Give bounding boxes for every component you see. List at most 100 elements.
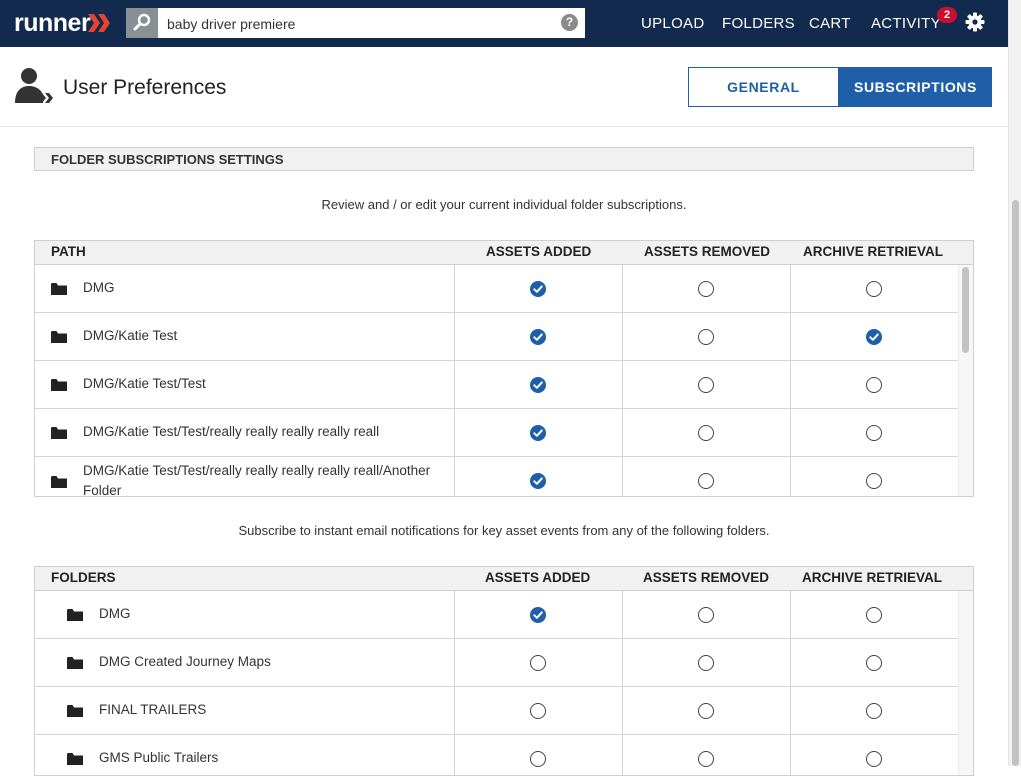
cell-divider: [454, 457, 455, 496]
assets-added-checked-radio[interactable]: [530, 473, 546, 489]
assets-removed-radio[interactable]: [698, 751, 714, 767]
column-header-archive-retrieval: ARCHIVE RETRIEVAL: [803, 244, 944, 259]
archive-retrieval-checked-radio[interactable]: [866, 329, 882, 345]
cell-divider: [454, 409, 455, 457]
archive-retrieval-radio[interactable]: [866, 377, 882, 393]
table-row: DMG/Katie Test/Test/really really really…: [35, 409, 958, 457]
user-icon: [15, 68, 53, 103]
assets-added-checked-radio[interactable]: [530, 329, 546, 345]
table-row: DMG/Katie Test: [35, 313, 958, 361]
folder-path: DMG: [83, 280, 115, 295]
runner-logo[interactable]: runner: [14, 9, 91, 38]
table-header: FOLDERS ASSETS ADDED ASSETS REMOVED ARCH…: [35, 567, 973, 591]
cell-divider: [622, 639, 623, 687]
cell-divider: [622, 265, 623, 313]
table-scrollbar[interactable]: [958, 591, 973, 775]
archive-retrieval-radio[interactable]: [866, 751, 882, 767]
archive-retrieval-radio[interactable]: [866, 655, 882, 671]
available-folders-caption: Subscribe to instant email notifications…: [238, 523, 770, 538]
assets-added-checked-radio[interactable]: [530, 425, 546, 441]
cell-divider: [454, 735, 455, 775]
tab-general[interactable]: GENERAL: [688, 67, 839, 107]
section-header: FOLDER SUBSCRIPTIONS SETTINGS: [34, 147, 974, 171]
assets-added-radio[interactable]: [530, 751, 546, 767]
assets-removed-radio[interactable]: [698, 655, 714, 671]
cell-divider: [790, 591, 791, 639]
assets-removed-radio[interactable]: [698, 329, 714, 345]
assets-added-radio[interactable]: [530, 655, 546, 671]
folder-icon: [67, 608, 83, 621]
page-scrollbar-thumb[interactable]: [1012, 200, 1019, 766]
nav-cart[interactable]: CART: [809, 15, 851, 32]
cell-divider: [622, 409, 623, 457]
cell-divider: [622, 313, 623, 361]
nav-activity[interactable]: ACTIVITY: [871, 15, 941, 32]
cell-divider: [454, 591, 455, 639]
top-navbar: runner baby driver premiere ? UPLOAD FOL…: [0, 0, 1008, 47]
cell-divider: [454, 313, 455, 361]
folder-icon: [67, 656, 83, 669]
folder-path: DMG/Katie Test: [83, 328, 178, 343]
column-header-path: PATH: [51, 244, 86, 259]
cell-divider: [454, 265, 455, 313]
folder-path: DMG/Katie Test/Test/really really really…: [83, 463, 431, 497]
gear-icon[interactable]: [965, 12, 985, 32]
cell-divider: [790, 457, 791, 496]
column-header-folders: FOLDERS: [51, 570, 116, 585]
available-folders-table: FOLDERS ASSETS ADDED ASSETS REMOVED ARCH…: [34, 566, 974, 776]
page-title: User Preferences: [63, 76, 227, 99]
folder-icon: [51, 475, 67, 488]
nav-upload[interactable]: UPLOAD: [641, 15, 705, 32]
cell-divider: [622, 361, 623, 409]
tab-subscriptions[interactable]: SUBSCRIPTIONS: [839, 67, 992, 107]
folder-icon: [51, 426, 67, 439]
current-subscriptions-table: PATH ASSETS ADDED ASSETS REMOVED ARCHIVE…: [34, 240, 974, 497]
archive-retrieval-radio[interactable]: [866, 607, 882, 623]
table-row: DMG Created Journey Maps: [35, 639, 958, 687]
nav-folders[interactable]: FOLDERS: [722, 15, 795, 32]
assets-removed-radio[interactable]: [698, 377, 714, 393]
folder-icon: [67, 704, 83, 717]
column-header-archive-retrieval: ARCHIVE RETRIEVAL: [802, 570, 943, 585]
archive-retrieval-radio[interactable]: [866, 425, 882, 441]
column-header-assets-removed: ASSETS REMOVED: [644, 244, 771, 259]
table-row: DMG/Katie Test/Test: [35, 361, 958, 409]
activity-count-badge: 2: [937, 7, 957, 23]
table-header: PATH ASSETS ADDED ASSETS REMOVED ARCHIVE…: [35, 241, 973, 265]
table-row: DMG: [35, 265, 958, 313]
search-button[interactable]: [126, 8, 158, 38]
column-header-assets-added: ASSETS ADDED: [486, 244, 592, 259]
help-icon[interactable]: ?: [561, 14, 578, 31]
search-icon: [133, 13, 151, 31]
table-scrollbar-thumb[interactable]: [962, 267, 969, 353]
folder-icon: [51, 282, 67, 295]
logo-chevrons-icon: [88, 14, 110, 32]
assets-added-checked-radio[interactable]: [530, 377, 546, 393]
archive-retrieval-radio[interactable]: [866, 703, 882, 719]
assets-removed-radio[interactable]: [698, 281, 714, 297]
cell-divider: [622, 687, 623, 735]
assets-removed-radio[interactable]: [698, 607, 714, 623]
assets-removed-radio[interactable]: [698, 473, 714, 489]
assets-removed-radio[interactable]: [698, 425, 714, 441]
search-input[interactable]: baby driver premiere ?: [158, 8, 585, 38]
page-header: User Preferences GENERAL SUBSCRIPTIONS: [0, 47, 1008, 127]
assets-added-radio[interactable]: [530, 703, 546, 719]
folder-path: GMS Public Trailers: [99, 750, 219, 765]
cell-divider: [454, 687, 455, 735]
archive-retrieval-radio[interactable]: [866, 281, 882, 297]
table-row: GMS Public Trailers: [35, 735, 958, 775]
folder-icon: [67, 752, 83, 765]
assets-removed-radio[interactable]: [698, 703, 714, 719]
cell-divider: [622, 591, 623, 639]
column-header-assets-added: ASSETS ADDED: [485, 570, 591, 585]
assets-added-checked-radio[interactable]: [530, 281, 546, 297]
cell-divider: [454, 361, 455, 409]
table-row: DMG: [35, 591, 958, 639]
folder-path: DMG Created Journey Maps: [99, 654, 271, 669]
assets-added-checked-radio[interactable]: [530, 607, 546, 623]
folder-icon: [51, 330, 67, 343]
cell-divider: [790, 409, 791, 457]
archive-retrieval-radio[interactable]: [866, 473, 882, 489]
cell-divider: [622, 457, 623, 496]
